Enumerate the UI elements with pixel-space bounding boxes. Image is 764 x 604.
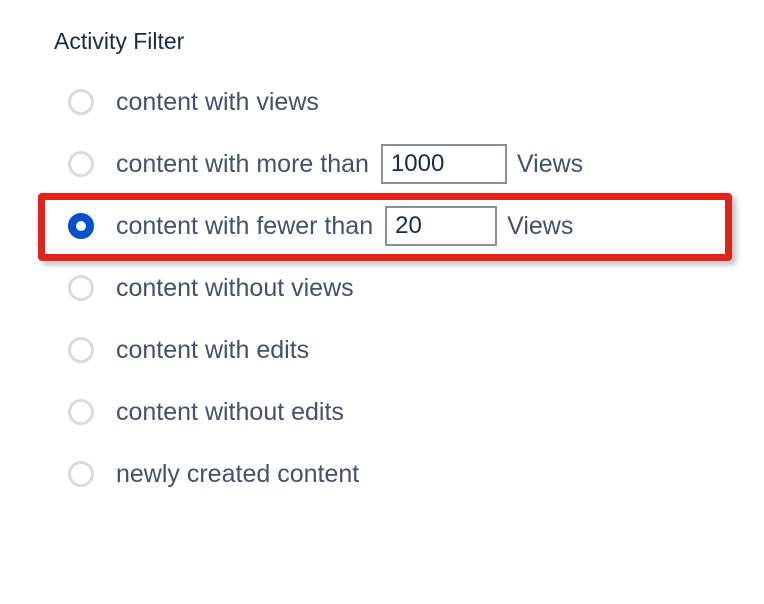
option-content-with-views[interactable]: content with views	[54, 71, 764, 133]
radio-icon[interactable]	[68, 461, 94, 487]
radio-icon[interactable]	[68, 89, 94, 115]
suffix-label: Views	[517, 150, 583, 179]
suffix-label: Views	[507, 212, 573, 241]
option-content-fewer-than[interactable]: content with fewer than Views	[54, 195, 764, 257]
radio-icon[interactable]	[68, 275, 94, 301]
option-content-without-views[interactable]: content without views	[54, 257, 764, 319]
activity-filter-radio-group: content with views content with more tha…	[54, 71, 764, 505]
radio-icon[interactable]	[68, 399, 94, 425]
option-label: content with edits	[116, 336, 309, 365]
option-label: newly created content	[116, 460, 359, 489]
option-label: content with views	[116, 88, 319, 117]
radio-icon[interactable]	[68, 151, 94, 177]
option-content-without-edits[interactable]: content without edits	[54, 381, 764, 443]
option-label: content with fewer than	[116, 212, 373, 241]
section-title: Activity Filter	[54, 28, 764, 55]
option-label: content without edits	[116, 398, 344, 427]
more-than-input[interactable]	[381, 144, 507, 184]
fewer-than-input[interactable]	[385, 206, 497, 246]
radio-icon[interactable]	[68, 337, 94, 363]
radio-icon[interactable]	[68, 213, 94, 239]
option-content-more-than[interactable]: content with more than Views	[54, 133, 764, 195]
option-label: content with more than	[116, 150, 369, 179]
option-content-with-edits[interactable]: content with edits	[54, 319, 764, 381]
option-newly-created-content[interactable]: newly created content	[54, 443, 764, 505]
option-label: content without views	[116, 274, 354, 303]
